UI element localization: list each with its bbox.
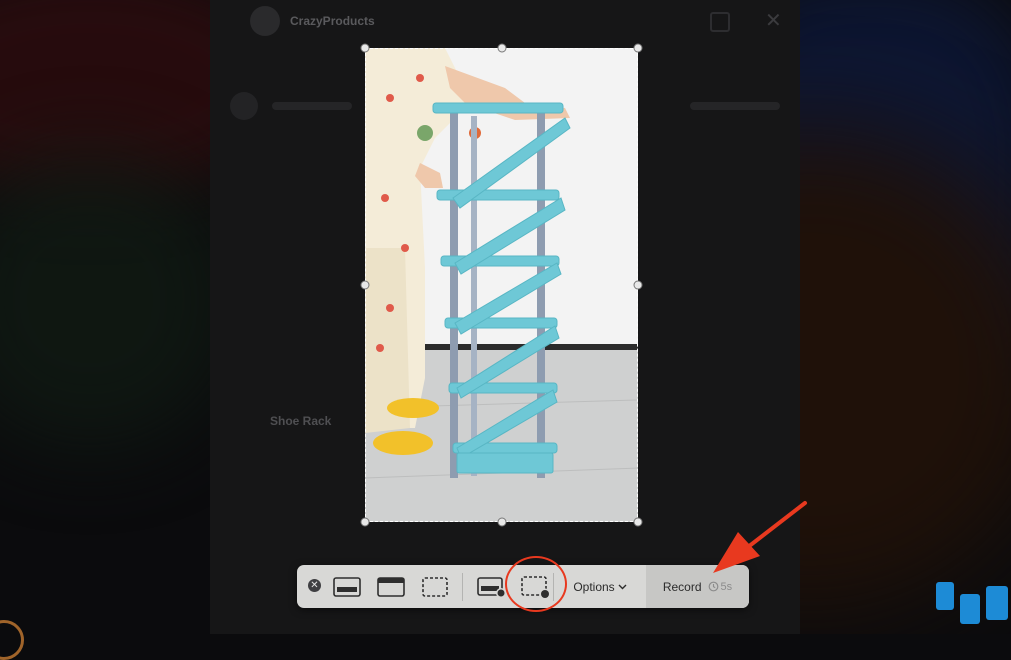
watermark-logo-icon (936, 582, 1008, 624)
annotation-arrow-icon (713, 501, 807, 573)
